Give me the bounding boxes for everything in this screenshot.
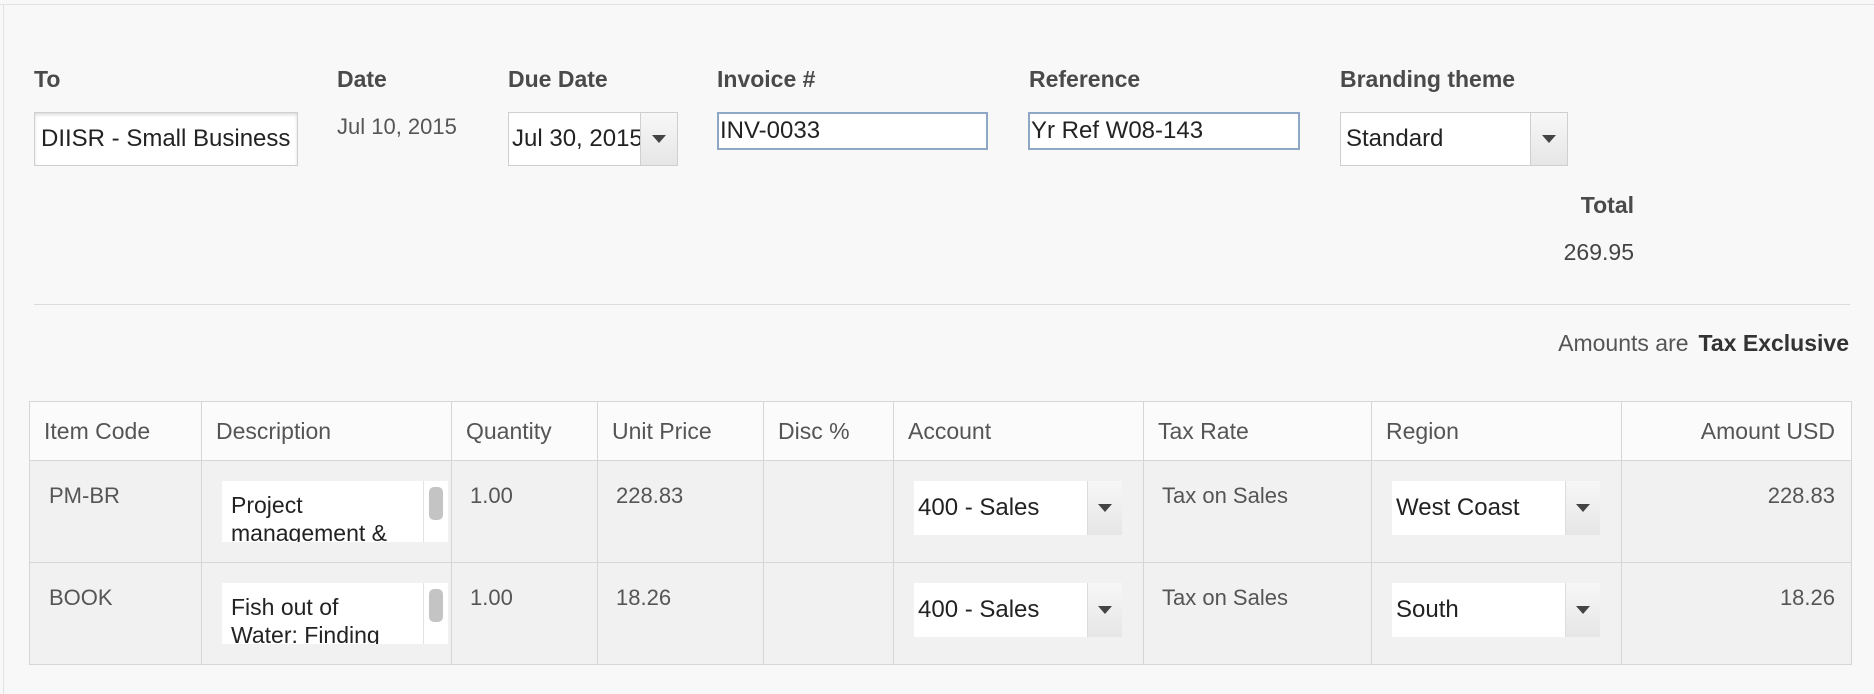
scrollbar-thumb[interactable] xyxy=(429,487,443,520)
account-select[interactable]: 400 - Sales xyxy=(914,583,1122,637)
invoice-number-input[interactable]: INV-0033 xyxy=(717,112,988,150)
reference-label: Reference xyxy=(1029,66,1141,92)
due-date-label: Due Date xyxy=(508,66,608,92)
col-description: Description xyxy=(201,401,452,461)
account-dropdown-button[interactable] xyxy=(1087,481,1122,535)
description-text: Fish out of Water: Finding xyxy=(231,594,380,644)
col-unit-price: Unit Price xyxy=(597,401,764,461)
to-label: To xyxy=(34,66,61,92)
quantity-value: 1.00 xyxy=(470,483,513,508)
chevron-down-icon xyxy=(652,135,666,143)
col-tax-rate: Tax Rate xyxy=(1143,401,1372,461)
amount-value: 228.83 xyxy=(1767,483,1835,508)
region-value: South xyxy=(1396,596,1459,623)
description-cell: Fish out of Water: Finding xyxy=(201,562,452,665)
col-discount: Disc % xyxy=(763,401,894,461)
chevron-down-icon xyxy=(1576,504,1590,512)
discount-cell[interactable] xyxy=(763,562,894,665)
region-cell: South xyxy=(1371,562,1622,665)
account-cell: 400 - Sales xyxy=(893,562,1144,665)
region-select[interactable]: South xyxy=(1392,583,1600,637)
account-cell: 400 - Sales xyxy=(893,460,1144,563)
region-dropdown-button[interactable] xyxy=(1565,583,1600,637)
unit-price-cell[interactable]: 228.83 xyxy=(597,460,764,563)
item-code-cell[interactable]: PM-BR xyxy=(29,460,202,563)
total-label: Total xyxy=(1580,192,1634,218)
due-date-picker[interactable]: Jul 30, 2015 xyxy=(508,112,678,166)
to-contact-field[interactable]: DIISR - Small Business xyxy=(34,112,298,166)
unit-price-value: 228.83 xyxy=(616,483,684,508)
quantity-cell[interactable]: 1.00 xyxy=(451,460,598,563)
total-value: 269.95 xyxy=(1563,239,1634,265)
amount-cell: 18.26 xyxy=(1621,562,1852,665)
chevron-down-icon xyxy=(1098,606,1112,614)
reference-input[interactable]: Yr Ref W08-143 xyxy=(1028,112,1300,150)
date-label: Date xyxy=(337,66,387,92)
amount-cell: 228.83 xyxy=(1621,460,1852,563)
region-value: West Coast xyxy=(1396,494,1520,521)
top-border xyxy=(0,4,1874,5)
table-header-row: Item Code Description Quantity Unit Pric… xyxy=(29,401,1852,461)
col-item-code: Item Code xyxy=(29,401,202,461)
scrollbar-thumb[interactable] xyxy=(429,589,443,622)
tax-rate-value: Tax on Sales xyxy=(1162,483,1288,508)
tax-mode-indicator: Amounts are Tax Exclusive xyxy=(1558,330,1849,357)
tax-rate-value: Tax on Sales xyxy=(1162,585,1288,610)
col-quantity: Quantity xyxy=(451,401,598,461)
chevron-down-icon xyxy=(1098,504,1112,512)
chevron-down-icon xyxy=(1576,606,1590,614)
unit-price-value: 18.26 xyxy=(616,585,672,610)
invoice-number-label: Invoice # xyxy=(717,66,816,92)
table-row: BOOK Fish out of Water: Finding 1.00 18.… xyxy=(29,562,1852,665)
left-border xyxy=(3,4,4,694)
col-region: Region xyxy=(1371,401,1622,461)
region-dropdown-button[interactable] xyxy=(1565,481,1600,535)
due-date-dropdown-button[interactable] xyxy=(640,113,677,165)
tax-mode-selector[interactable]: Tax Exclusive xyxy=(1699,330,1849,356)
branding-theme-label: Branding theme xyxy=(1340,66,1516,92)
tax-rate-cell[interactable]: Tax on Sales xyxy=(1143,562,1372,665)
section-divider xyxy=(34,304,1850,305)
description-text: Project management & xyxy=(231,492,387,542)
item-code-cell[interactable]: BOOK xyxy=(29,562,202,665)
col-account: Account xyxy=(893,401,1144,461)
invoice-date-value: Jul 10, 2015 xyxy=(337,114,457,139)
region-cell: West Coast xyxy=(1371,460,1622,563)
branding-dropdown-button[interactable] xyxy=(1530,113,1567,165)
table-row: PM-BR Project management & 1.00 228.83 4… xyxy=(29,460,1852,563)
line-items-table: Item Code Description Quantity Unit Pric… xyxy=(29,401,1852,665)
description-scrollbar[interactable] xyxy=(423,583,448,644)
description-cell: Project management & xyxy=(201,460,452,563)
description-scrollbar[interactable] xyxy=(423,481,448,542)
region-select[interactable]: West Coast xyxy=(1392,481,1600,535)
branding-theme-value: Standard xyxy=(1346,125,1444,152)
branding-theme-select[interactable]: Standard xyxy=(1340,112,1568,166)
chevron-down-icon xyxy=(1542,135,1556,143)
col-amount: Amount USD xyxy=(1621,401,1852,461)
item-code-value: BOOK xyxy=(49,585,113,610)
amount-value: 18.26 xyxy=(1779,585,1835,610)
tax-mode-prefix: Amounts are xyxy=(1558,330,1689,356)
account-dropdown-button[interactable] xyxy=(1087,583,1122,637)
account-value: 400 - Sales xyxy=(918,494,1040,521)
quantity-cell[interactable]: 1.00 xyxy=(451,562,598,665)
account-value: 400 - Sales xyxy=(918,596,1040,623)
tax-rate-cell[interactable]: Tax on Sales xyxy=(1143,460,1372,563)
unit-price-cell[interactable]: 18.26 xyxy=(597,562,764,665)
description-textarea[interactable]: Fish out of Water: Finding xyxy=(222,583,448,644)
due-date-value: Jul 30, 2015 xyxy=(512,125,640,152)
discount-cell[interactable] xyxy=(763,460,894,563)
item-code-value: PM-BR xyxy=(49,483,120,508)
description-textarea[interactable]: Project management & xyxy=(222,481,448,542)
account-select[interactable]: 400 - Sales xyxy=(914,481,1122,535)
quantity-value: 1.00 xyxy=(470,585,513,610)
